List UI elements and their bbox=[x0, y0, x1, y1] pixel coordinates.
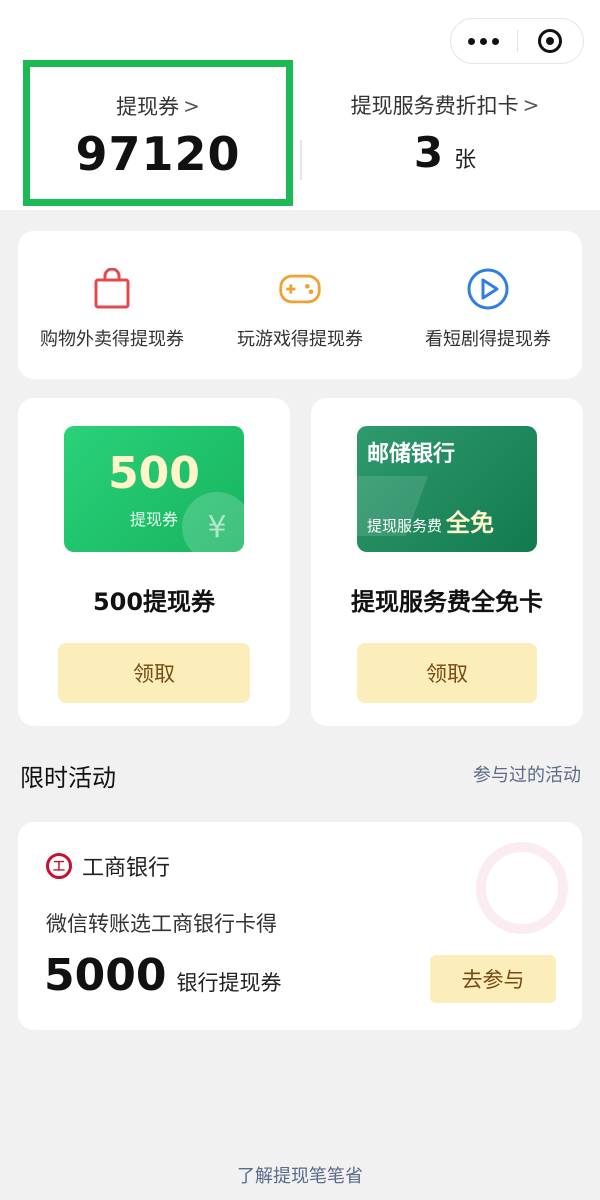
card-art-fee: 提现服务费 bbox=[367, 517, 443, 535]
task-shopping[interactable]: 购物外卖得提现券 bbox=[18, 231, 206, 379]
joined-activities-link[interactable]: 参与过的活动 bbox=[473, 761, 581, 787]
icbc-promo-card[interactable]: 工商银行 微信转账选工商银行卡得 5000 银行提现券 去参与 bbox=[18, 822, 582, 1030]
limited-activities-title: 限时活动 bbox=[20, 764, 116, 792]
task-label: 看短剧得提现券 bbox=[425, 329, 551, 350]
promo-unit: 银行提现券 bbox=[176, 971, 282, 995]
chevron-right-icon: > bbox=[183, 94, 200, 118]
task-game[interactable]: 玩游戏得提现券 bbox=[206, 231, 394, 379]
task-drama[interactable]: 看短剧得提现券 bbox=[394, 231, 582, 379]
shopping-bag-icon bbox=[90, 267, 134, 311]
earn-coupon-tasks: 购物外卖得提现券 玩游戏得提现券 看短剧得提现券 bbox=[18, 231, 582, 379]
task-label: 玩游戏得提现券 bbox=[237, 329, 363, 350]
yuan-coin-icon: ¥ bbox=[182, 492, 244, 552]
card-art-bank: 邮储银行 bbox=[367, 442, 456, 467]
coupon-card-500: 500 提现券 ¥ 500提现券 领取 bbox=[18, 398, 290, 726]
chevron-right-icon: > bbox=[522, 93, 540, 117]
card-art-caption: 提现服务费 全免 bbox=[367, 503, 494, 538]
claim-button[interactable]: 领取 bbox=[357, 643, 537, 703]
more-button[interactable] bbox=[451, 19, 517, 63]
coupon-balance-label-row: 提现券 > bbox=[116, 91, 200, 121]
discount-card-label-row: 提现服务费折扣卡 > bbox=[351, 90, 540, 120]
play-icon bbox=[466, 267, 510, 311]
join-button[interactable]: 去参与 bbox=[430, 955, 556, 1003]
gamepad-icon bbox=[278, 267, 322, 311]
coupon-balance-label: 提现券 bbox=[116, 95, 180, 119]
claim-button[interactable]: 领取 bbox=[58, 643, 250, 703]
discount-card-box[interactable]: 提现服务费折扣卡 > 3 张 bbox=[300, 60, 590, 206]
promo-bank-row: 工商银行 bbox=[46, 850, 170, 882]
icbc-logo-icon bbox=[46, 853, 72, 879]
promo-description: 微信转账选工商银行卡得 bbox=[46, 912, 277, 936]
icbc-watermark-icon bbox=[476, 842, 568, 934]
coupon-500-artwork: 500 提现券 ¥ bbox=[64, 426, 244, 552]
promo-amount: 5000 bbox=[44, 950, 167, 1001]
discount-card-value-row: 3 张 bbox=[414, 128, 476, 177]
promo-bank-name: 工商银行 bbox=[82, 856, 171, 881]
coupon-balance-value: 97120 bbox=[75, 127, 241, 181]
more-dots-icon bbox=[468, 37, 500, 45]
fee-free-card-artwork: 邮储银行 提现服务费 全免 bbox=[357, 426, 537, 552]
discount-card-count: 3 bbox=[413, 128, 445, 177]
card-art-highlight: 全免 bbox=[446, 509, 495, 537]
close-button[interactable] bbox=[518, 19, 584, 63]
learn-more-link[interactable]: 了解提现笔笔省 bbox=[0, 1162, 600, 1188]
promo-amount-row: 5000 银行提现券 bbox=[44, 950, 281, 1001]
coupon-card-fee-free: 邮储银行 提现服务费 全免 提现服务费全免卡 领取 bbox=[311, 398, 583, 726]
close-target-icon bbox=[538, 29, 563, 53]
coupon-name: 提现服务费全免卡 bbox=[351, 588, 543, 616]
task-label: 购物外卖得提现券 bbox=[40, 329, 184, 350]
discount-card-label: 提现服务费折扣卡 bbox=[350, 94, 519, 118]
coupon-balance-box[interactable]: 提现券 > 97120 bbox=[23, 60, 293, 206]
coupon-name: 500提现券 bbox=[92, 588, 216, 616]
mini-program-capsule bbox=[450, 18, 584, 64]
discount-card-unit: 张 bbox=[454, 148, 477, 173]
